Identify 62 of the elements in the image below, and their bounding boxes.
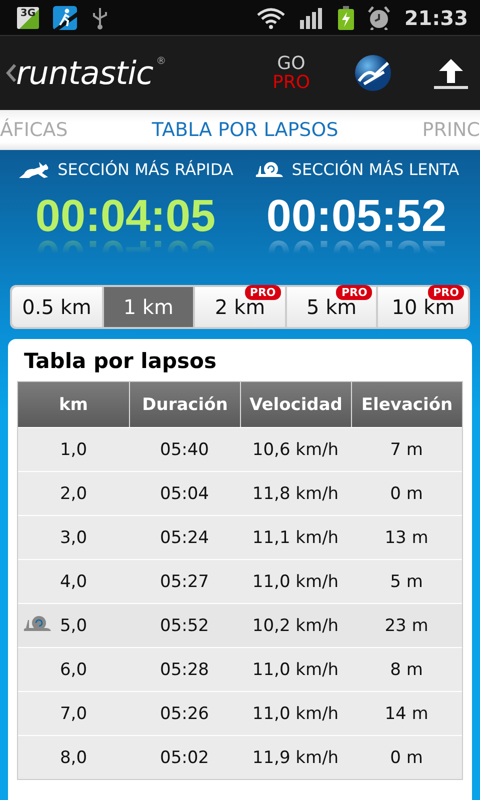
distance-segment[interactable]: 2 km PRO (195, 287, 285, 327)
table-cell: 23 m (384, 616, 428, 636)
go-pro-button[interactable]: GO PRO (272, 54, 310, 92)
network-badge: 3G (17, 6, 39, 28)
table-cell: 4,0 (60, 572, 88, 592)
distance-segment[interactable]: 1 km (104, 287, 194, 327)
usb-icon (91, 6, 109, 30)
back-chevron-icon[interactable] (6, 64, 16, 82)
distance-segment[interactable]: 0.5 km (12, 287, 102, 327)
table-cell: 05:40 (160, 440, 209, 460)
alarm-clock-icon (368, 6, 390, 30)
section-label: SECCIÓN MÁS RÁPIDA (58, 160, 234, 179)
table-cell: 0 m (390, 748, 423, 768)
table-cell: 10,2 km/h (252, 616, 339, 636)
table-title: Tabla por lapsos (23, 348, 218, 375)
distance-segment[interactable]: 5 km PRO (286, 287, 376, 327)
table-cell: 11,0 km/h (252, 572, 339, 592)
table-cell: 11,0 km/h (252, 704, 339, 724)
table-cell: 05:26 (160, 704, 209, 724)
table-cell: 05:52 (160, 616, 209, 636)
table-cell: 3,0 (60, 528, 88, 548)
distance-segment[interactable]: 10 km PRO (378, 287, 468, 327)
section-label: SECCIÓN MÁS LENTA (292, 160, 460, 179)
snail-icon (254, 160, 284, 178)
fastest-time: 00:04:05 (35, 193, 216, 239)
signal-icon (300, 6, 324, 28)
pro-badge: PRO (428, 285, 464, 300)
slowest-time: 00:05:52 (266, 193, 447, 239)
table-cell: 05:27 (160, 572, 209, 592)
wifi-icon (256, 6, 286, 28)
battery-charging-icon (338, 6, 354, 30)
pro-badge: PRO (336, 285, 372, 300)
column-header: km (58, 394, 90, 416)
table-cell: 2,0 (60, 484, 88, 504)
table-cell: 10,6 km/h (252, 440, 339, 460)
pro-badge: PRO (244, 285, 281, 300)
table-cell: 8 m (390, 660, 423, 680)
table-cell: 14 m (384, 704, 428, 724)
globe-logo-icon[interactable] (354, 54, 392, 92)
table-cell: 11,8 km/h (252, 484, 339, 504)
table-cell: 13 m (384, 528, 428, 548)
table-cell: 7,0 (60, 704, 88, 724)
table-cell: 11,0 km/h (252, 660, 339, 680)
table-cell: 0 m (390, 484, 423, 504)
page-tab[interactable]: TABLA POR LAPSOS (152, 119, 338, 141)
table-cell: 05:28 (160, 660, 209, 680)
table-cell: 7 m (390, 440, 423, 460)
upload-icon[interactable] (434, 57, 468, 89)
table-cell: 1,0 (60, 440, 88, 460)
app-logo: runtastic® (16, 54, 166, 92)
table-cell: 11,9 km/h (252, 748, 339, 768)
table-cell: 05:04 (160, 484, 209, 504)
table-cell: 05:24 (160, 528, 209, 548)
runner-app-icon (53, 6, 77, 30)
snail-icon (22, 615, 52, 633)
clock-time: 21:33 (404, 6, 468, 30)
table-cell: 11,1 km/h (252, 528, 339, 548)
table-cell: 05:02 (160, 748, 209, 768)
table-cell: 5,0 (60, 616, 88, 636)
table-cell: 6,0 (60, 660, 88, 680)
table-cell: 8,0 (60, 748, 88, 768)
table-cell: 5 m (390, 572, 423, 592)
